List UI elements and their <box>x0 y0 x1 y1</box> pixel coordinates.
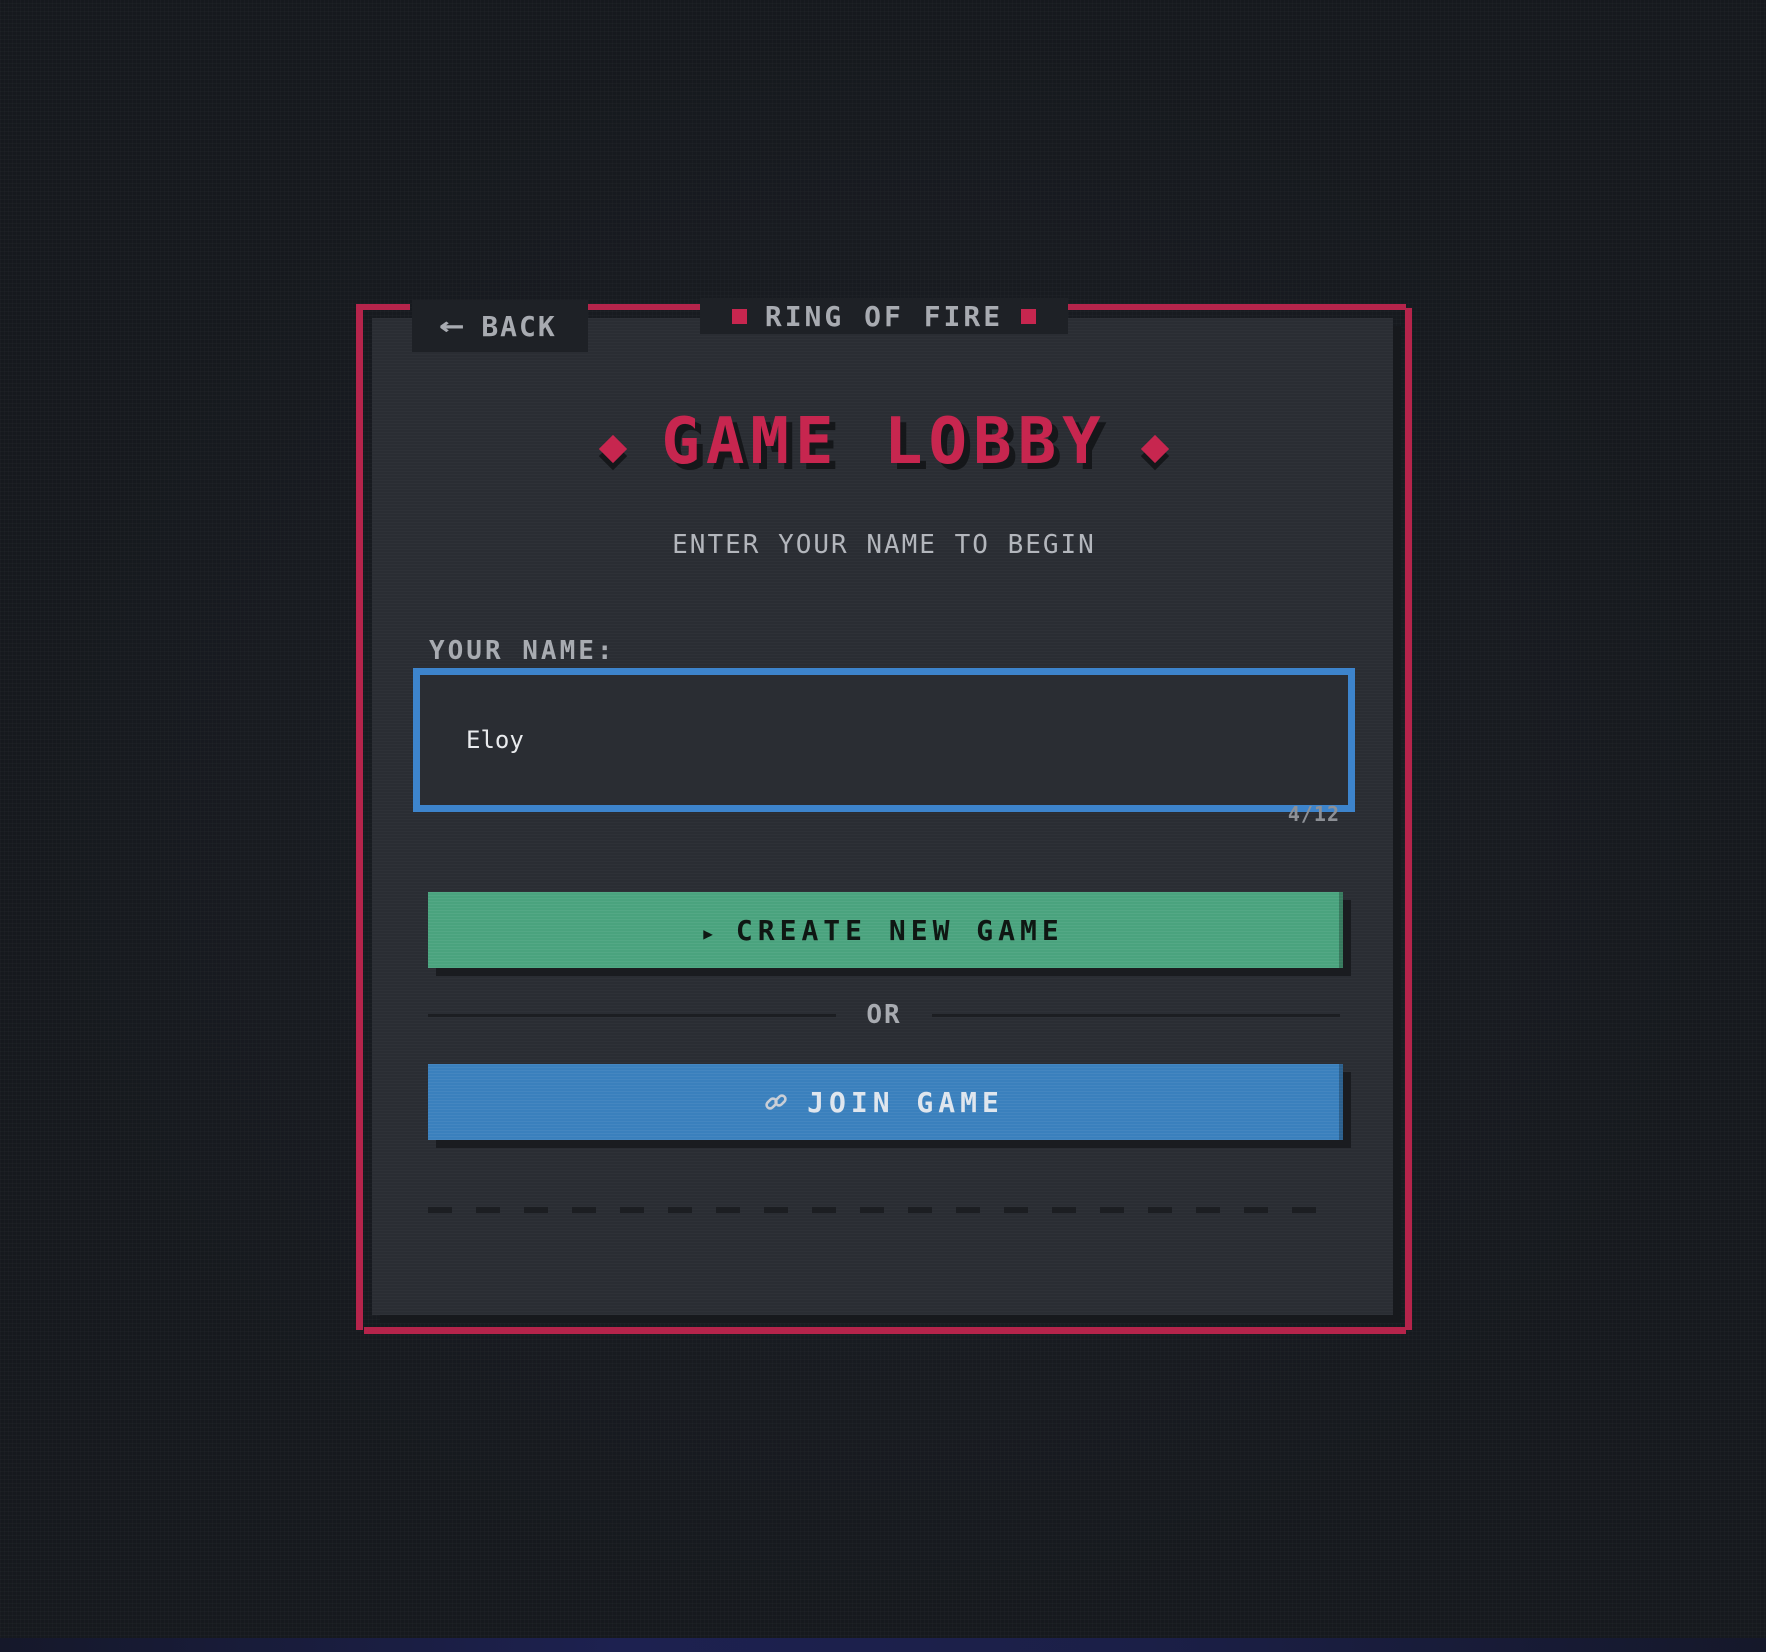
diamond-icon <box>599 434 628 464</box>
back-button[interactable]: ← BACK <box>412 300 588 352</box>
page-title: GAME LOBBY <box>661 405 1107 479</box>
name-label: YOUR NAME: <box>429 636 616 666</box>
title-tab: RING OF FIRE <box>700 298 1068 334</box>
divider-line <box>931 1013 1340 1017</box>
app-title: RING OF FIRE <box>764 299 1004 333</box>
heading-row: GAME LOBBY <box>356 410 1412 474</box>
back-button-label: BACK <box>481 309 557 343</box>
name-input-wrapper <box>413 668 1355 812</box>
dashed-separator <box>428 1207 1340 1213</box>
divider-line <box>428 1013 837 1017</box>
join-game-button[interactable]: JOIN GAME <box>428 1064 1343 1140</box>
frame-top-right <box>1068 304 1406 310</box>
link-icon <box>763 1089 789 1115</box>
diamond-icon <box>1140 434 1169 464</box>
frame-top-left <box>356 304 410 310</box>
square-icon <box>731 308 747 324</box>
frame-top-middle <box>588 304 700 310</box>
frame-bottom <box>364 1327 1406 1334</box>
arrow-left-icon: ← <box>439 308 468 343</box>
page-subtitle: ENTER YOUR NAME TO BEGIN <box>672 530 1096 560</box>
char-counter: 4/12 <box>1287 802 1340 826</box>
name-input[interactable] <box>413 668 1355 812</box>
join-game-label: JOIN GAME <box>807 1085 1004 1119</box>
bottom-glow <box>0 1638 1766 1652</box>
divider-label: OR <box>866 1000 902 1030</box>
create-new-game-button[interactable]: ▶ CREATE NEW GAME <box>428 892 1343 968</box>
square-icon <box>1021 308 1037 324</box>
create-new-game-label: CREATE NEW GAME <box>735 913 1064 947</box>
or-divider: OR <box>428 1000 1340 1030</box>
play-icon: ▶ <box>703 923 718 943</box>
